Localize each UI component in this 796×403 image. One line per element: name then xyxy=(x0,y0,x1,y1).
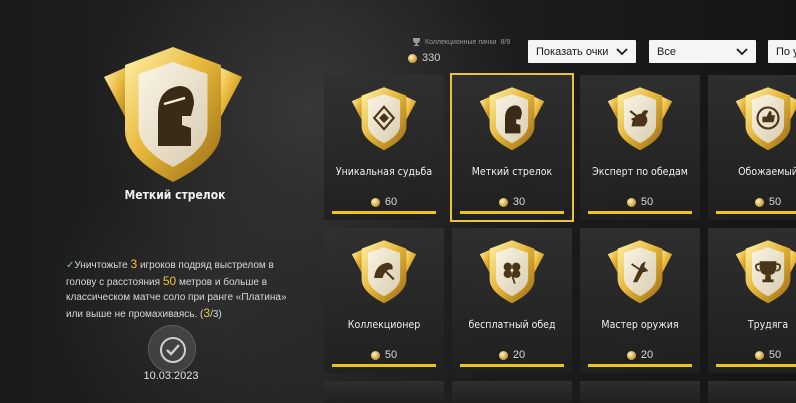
card-value-text: 50 xyxy=(768,349,782,361)
achievement-detail-panel: Меткий стрелок ✓Уничтожьте 3 игроков под… xyxy=(0,0,330,403)
filter-dropdown[interactable]: Все xyxy=(649,40,756,63)
card-value: 50 xyxy=(580,196,700,208)
helmet-soldier-icon xyxy=(479,87,545,151)
achievement-card[interactable]: бесплатный обед 20 xyxy=(452,228,572,373)
card-name: бесплатный обед xyxy=(468,319,556,331)
card-name: Эксперт по обедам xyxy=(592,166,688,178)
achievement-card[interactable]: Эксперт по обедам 50 xyxy=(580,75,700,220)
card-value-text: 50 xyxy=(768,196,782,208)
dropdown-label: Все xyxy=(657,45,676,58)
trophy-small-icon xyxy=(413,38,420,46)
collector-icon xyxy=(351,240,417,304)
checkmark-icon xyxy=(160,337,186,363)
card-value-text: 30 xyxy=(512,196,526,208)
progress-bar xyxy=(588,211,692,214)
diamond-emblem-icon xyxy=(351,87,417,151)
trophy-icon xyxy=(735,240,796,304)
weapon-master-icon xyxy=(607,240,673,304)
coin-icon xyxy=(370,350,380,360)
card-name: Коллекционер xyxy=(347,319,421,331)
completed-indicator xyxy=(148,325,196,373)
achievement-card[interactable]: Уникальная судьба 60 xyxy=(324,75,444,220)
coin-icon xyxy=(626,197,636,207)
card-name: Уникальная судьба xyxy=(335,166,433,178)
card-value-text: 50 xyxy=(640,196,654,208)
chevron-down-icon xyxy=(736,47,748,55)
progress-bar xyxy=(460,364,564,367)
progress-total: /3) xyxy=(210,308,222,320)
helmet-soldier-badge-icon xyxy=(104,47,242,182)
points-label-text: Коллекционные пачки xyxy=(425,38,497,46)
achievement-card-partial[interactable] xyxy=(324,381,444,403)
achievement-card-partial[interactable] xyxy=(452,381,572,403)
card-value: 50 xyxy=(324,349,444,361)
card-name: Трудяга xyxy=(747,319,789,331)
achievement-card-partial[interactable] xyxy=(708,381,796,403)
desc-distance: 50 xyxy=(162,273,177,288)
coin-icon xyxy=(370,197,380,207)
card-value-text: 50 xyxy=(384,349,398,361)
desc-count: 3 xyxy=(130,257,138,271)
coin-icon xyxy=(754,350,764,360)
completion-date: 10.03.2023 xyxy=(143,370,199,382)
achievement-card[interactable]: Мастер оружия 20 xyxy=(580,228,700,373)
card-name: Обожаемый xyxy=(738,166,796,178)
card-value: 30 xyxy=(452,196,572,208)
coin-icon xyxy=(754,197,764,207)
card-value: 20 xyxy=(580,349,700,361)
card-name: Мастер оружия xyxy=(601,319,679,331)
card-value: 60 xyxy=(324,196,444,208)
sort-dropdown[interactable]: По у xyxy=(768,40,796,63)
points-total: 330 xyxy=(408,52,440,64)
progress-bar xyxy=(332,211,436,214)
clover-icon xyxy=(479,240,545,304)
collection-points-label: Коллекционные пачки 8/9 xyxy=(412,38,510,46)
card-value: 50 xyxy=(708,349,796,361)
coin-icon xyxy=(408,53,417,63)
card-name: Меткий стрелок xyxy=(471,166,553,178)
chicken-icon xyxy=(607,87,673,151)
achievement-description: ✓Уничтожьте 3 игроков подряд выстрелом в… xyxy=(66,257,296,322)
coin-icon xyxy=(498,350,508,360)
achievements-grid: Уникальная судьба 60 Меткий стрелок 30 Э… xyxy=(324,73,796,403)
desc-text: Уничтожьте xyxy=(74,260,128,271)
progress-bar xyxy=(332,364,436,367)
card-value: 20 xyxy=(452,349,572,361)
achievement-title: Меткий стрелок xyxy=(124,188,226,202)
progress-bar xyxy=(460,211,564,214)
card-value-text: 60 xyxy=(384,196,398,208)
points-value: 330 xyxy=(422,52,441,64)
card-value-text: 20 xyxy=(640,349,654,361)
achievement-card-selected[interactable]: Меткий стрелок 30 xyxy=(450,73,574,222)
show-points-dropdown[interactable]: Показать очки xyxy=(528,40,636,63)
points-count: 8/9 xyxy=(500,38,511,46)
achievement-card[interactable]: Коллекционер 50 xyxy=(324,228,444,373)
achievement-card-partial[interactable] xyxy=(580,381,700,403)
dropdown-label: По у xyxy=(776,45,796,58)
progress-bar xyxy=(716,211,796,214)
thumbs-up-icon xyxy=(735,87,796,151)
coin-icon xyxy=(498,197,508,207)
coin-icon xyxy=(626,350,636,360)
progress-bar xyxy=(716,364,796,367)
achievement-card[interactable]: Обожаемый 50 xyxy=(708,75,796,220)
achievement-card[interactable]: Трудяга 50 xyxy=(708,228,796,373)
card-value-text: 20 xyxy=(512,349,526,361)
card-value: 50 xyxy=(708,196,796,208)
dropdown-label: Показать очки xyxy=(536,45,609,58)
progress-bar xyxy=(588,364,692,367)
chevron-down-icon xyxy=(616,47,628,55)
